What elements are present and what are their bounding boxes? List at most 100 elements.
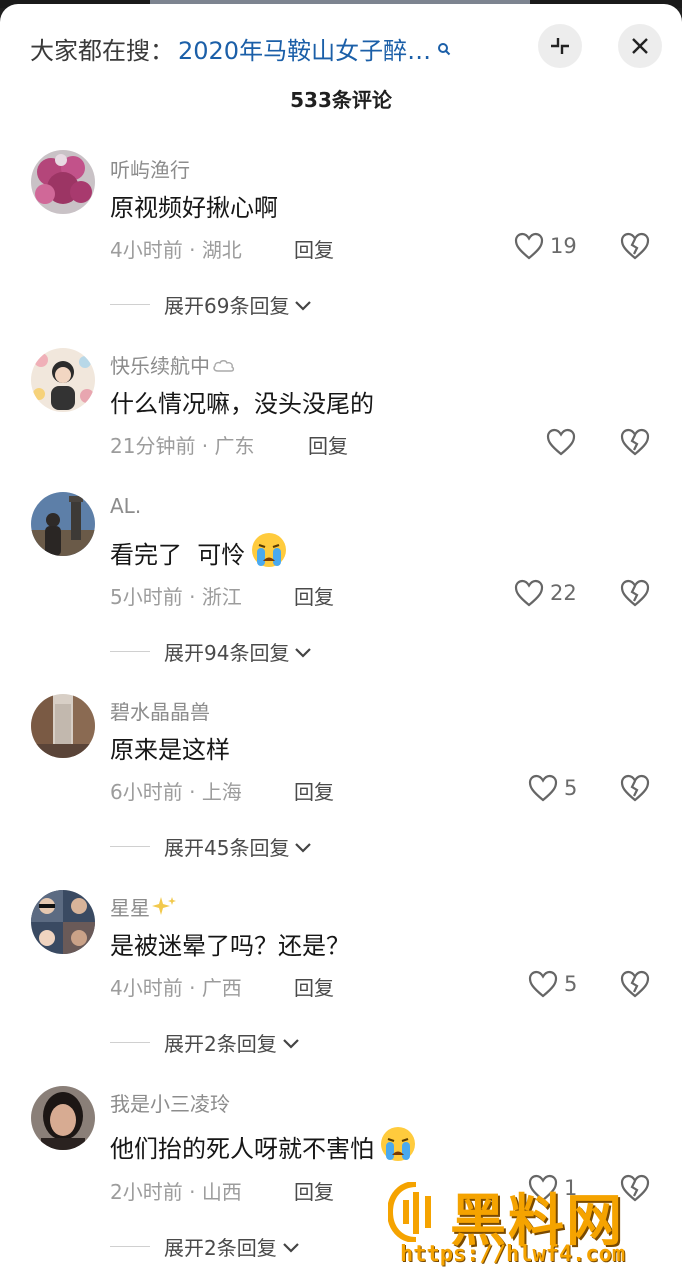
comment-region: 湖北 <box>201 238 242 262</box>
avatar[interactable] <box>31 348 95 412</box>
collapse-button[interactable] <box>538 24 582 68</box>
dislike-button[interactable] <box>620 774 650 806</box>
chevron-down-icon <box>282 1038 299 1049</box>
like-button[interactable] <box>546 428 582 456</box>
broken-heart-icon <box>620 232 650 260</box>
broken-heart-icon <box>620 579 650 607</box>
expand-replies-label: 展开2条回复 <box>164 1236 277 1260</box>
collapse-icon <box>551 38 569 54</box>
reply-button[interactable]: 回复 <box>308 430 348 459</box>
comment-text-label: 什么情况嘛，没头没尾的 <box>110 390 374 418</box>
avatar[interactable] <box>31 890 95 954</box>
comment-text: 什么情况嘛，没头没尾的 <box>110 384 374 419</box>
chevron-down-icon <box>295 647 312 658</box>
broken-heart-icon <box>620 774 650 802</box>
expand-replies-button[interactable]: 展开2条回复 <box>110 1028 301 1057</box>
comment-username[interactable]: 听屿渔行 <box>110 154 190 183</box>
crying-emoji-icon <box>249 530 289 574</box>
comment-username[interactable]: 碧水晶晶兽 <box>110 696 210 725</box>
comment-time: 6小时前 <box>110 780 183 804</box>
comment-username[interactable]: 我是小三凌玲 <box>110 1088 230 1117</box>
expand-replies-label: 展开2条回复 <box>164 1032 277 1056</box>
comment-region: 浙江 <box>201 585 242 609</box>
trending-search-link[interactable]: 2020年马鞍山女子醉… <box>178 31 431 66</box>
divider-line <box>110 846 150 847</box>
comment-sheet: 大家都在搜： 2020年马鞍山女子醉… 533条评论 听屿渔行 原视频好揪心啊 … <box>0 4 682 1280</box>
divider-line <box>110 304 150 305</box>
comment-username[interactable]: AL. <box>110 494 141 518</box>
expand-replies-label: 展开69条回复 <box>164 294 290 318</box>
comment-text-label: 是被迷晕了吗？还是？ <box>110 932 350 960</box>
comment-text-label: 原来是这样 <box>110 736 230 764</box>
like-count: 5 <box>564 776 578 800</box>
close-button[interactable] <box>618 24 662 68</box>
comment-username-label: 快乐续航中 <box>110 354 210 378</box>
comment-region: 广西 <box>201 976 242 1000</box>
heart-icon <box>528 774 558 802</box>
trending-search-bar[interactable]: 大家都在搜： 2020年马鞍山女子醉… <box>30 28 451 68</box>
expand-replies-label: 展开94条回复 <box>164 641 290 665</box>
reply-button[interactable]: 回复 <box>294 1176 334 1205</box>
comment-username[interactable]: 快乐续航中 <box>110 350 236 379</box>
reply-button[interactable]: 回复 <box>294 234 334 263</box>
comment-text-label: 看完了 可怜 <box>110 540 246 569</box>
avatar[interactable] <box>31 492 95 556</box>
comment-meta: 5小时前 · 浙江 <box>110 585 242 609</box>
heart-icon <box>546 428 576 456</box>
search-icon <box>437 34 451 56</box>
crying-emoji-icon <box>378 1124 418 1168</box>
comment-username[interactable]: 星星 <box>110 892 178 921</box>
like-button[interactable]: 5 <box>528 970 577 998</box>
comment-time: 2小时前 <box>110 1180 183 1204</box>
comment-meta: 4小时前 · 湖北 <box>110 238 242 262</box>
comment-text: 原来是这样 <box>110 730 230 765</box>
comment-meta: 2小时前 · 山西 <box>110 1180 242 1204</box>
comment-time: 4小时前 <box>110 238 183 262</box>
chevron-down-icon <box>295 300 312 311</box>
divider-line <box>110 651 150 652</box>
dislike-button[interactable] <box>620 579 650 611</box>
broken-heart-icon <box>620 970 650 998</box>
chevron-down-icon <box>295 842 312 853</box>
like-button[interactable]: 5 <box>528 774 577 802</box>
broken-heart-icon <box>620 428 650 456</box>
comment-time: 4小时前 <box>110 976 183 1000</box>
like-count: 19 <box>550 234 577 258</box>
avatar[interactable] <box>31 694 95 758</box>
comment-time: 5小时前 <box>110 585 183 609</box>
reply-button[interactable]: 回复 <box>294 776 334 805</box>
dislike-button[interactable] <box>620 970 650 1002</box>
expand-replies-button[interactable]: 展开2条回复 <box>110 1232 301 1261</box>
chevron-down-icon <box>282 1242 299 1253</box>
avatar[interactable] <box>31 1086 95 1150</box>
expand-replies-button[interactable]: 展开69条回复 <box>110 290 313 319</box>
comment-region: 上海 <box>201 780 242 804</box>
comment-meta: 21分钟前 · 广东 <box>110 434 255 458</box>
comment-time: 21分钟前 <box>110 434 196 458</box>
reply-button[interactable]: 回复 <box>294 972 334 1001</box>
comment-text: 是被迷晕了吗？还是？ <box>110 926 350 961</box>
expand-replies-button[interactable]: 展开94条回复 <box>110 637 313 666</box>
search-prefix-label: 大家都在搜： <box>30 36 174 65</box>
like-button[interactable]: 19 <box>514 232 577 260</box>
reply-button[interactable]: 回复 <box>294 581 334 610</box>
comment-text: 看完了 可怜 <box>110 530 289 574</box>
expand-replies-label: 展开45条回复 <box>164 836 290 860</box>
like-button[interactable]: 22 <box>514 579 577 607</box>
comment-count-title: 533条评论 <box>290 88 392 112</box>
like-count: 22 <box>550 581 577 605</box>
watermark: 黑料网 https://hlwf4.com <box>388 1176 678 1280</box>
heart-icon <box>514 579 544 607</box>
watermark-logo-icon <box>388 1182 431 1242</box>
expand-replies-button[interactable]: 展开45条回复 <box>110 832 313 861</box>
dislike-button[interactable] <box>620 232 650 264</box>
comment-region: 山西 <box>201 1180 242 1204</box>
comment-text: 原视频好揪心啊 <box>110 188 278 223</box>
dislike-button[interactable] <box>620 428 650 460</box>
comment-text: 他们抬的死人呀就不害怕 <box>110 1124 418 1168</box>
like-count: 5 <box>564 972 578 996</box>
comment-username-label: 星星 <box>110 896 150 920</box>
comment-region: 广东 <box>214 434 255 458</box>
avatar[interactable] <box>31 150 95 214</box>
close-icon <box>632 38 648 54</box>
